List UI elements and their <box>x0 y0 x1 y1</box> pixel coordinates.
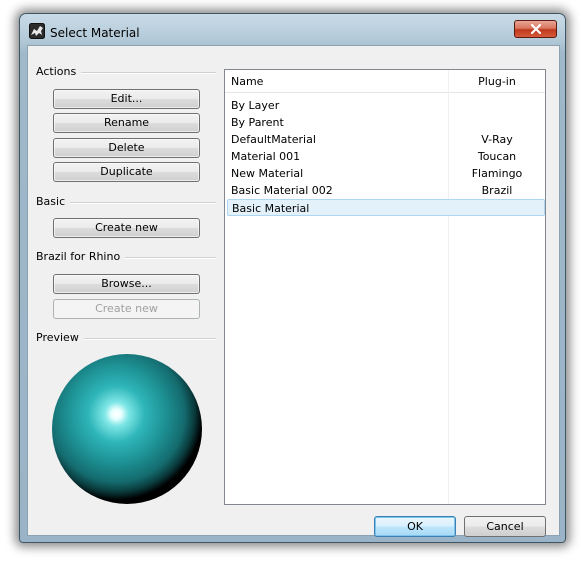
material-plugin-cell: Toucan <box>477 150 517 163</box>
material-name-cell: By Layer <box>231 99 280 112</box>
material-name-cell: DefaultMaterial <box>231 133 316 146</box>
close-button[interactable] <box>514 20 557 38</box>
rhino-app-icon <box>29 23 45 39</box>
list-item[interactable]: New Material Flamingo <box>227 165 545 182</box>
rename-button[interactable]: Rename <box>53 113 200 133</box>
ok-button[interactable]: OK <box>374 516 456 537</box>
list-header: Name Plug-in <box>225 70 545 93</box>
select-material-dialog: Select Material Actions Edit... Rename D… <box>19 13 566 543</box>
brazil-group-label: Brazil for Rhino <box>36 250 126 263</box>
cancel-button[interactable]: Cancel <box>464 516 546 537</box>
material-name-cell: By Parent <box>231 116 284 129</box>
delete-button[interactable]: Delete <box>53 138 200 158</box>
material-name-cell: Material 001 <box>231 150 301 163</box>
material-name-cell: New Material <box>231 167 304 180</box>
material-plugin-cell: V-Ray <box>481 133 513 146</box>
close-icon <box>530 23 541 35</box>
list-item[interactable]: By Parent <box>227 114 545 131</box>
window-title: Select Material <box>50 26 140 40</box>
material-preview-sphere <box>52 354 202 504</box>
column-header-name[interactable]: Name <box>231 70 263 93</box>
material-list[interactable]: Name Plug-in By Layer By Parent DefaultMat… <box>224 69 546 505</box>
list-item[interactable]: Material 001 Toucan <box>227 148 545 165</box>
material-name-cell: Basic Material <box>232 202 310 215</box>
actions-group-label: Actions <box>36 65 82 78</box>
duplicate-button[interactable]: Duplicate <box>53 162 200 182</box>
basic-group-label: Basic <box>36 195 71 208</box>
edit-button[interactable]: Edit... <box>53 89 200 109</box>
material-name-cell: Basic Material 002 <box>231 184 333 197</box>
preview-group-label: Preview <box>36 331 84 344</box>
title-bar[interactable]: Select Material <box>20 14 565 44</box>
list-item[interactable]: DefaultMaterial V-Ray <box>227 131 545 148</box>
material-plugin-cell: Brazil <box>481 184 513 197</box>
brazil-create-new-button: Create new <box>53 299 200 319</box>
column-header-plugin[interactable]: Plug-in <box>449 70 545 93</box>
material-plugin-cell: Flamingo <box>471 167 523 180</box>
basic-create-new-button[interactable]: Create new <box>53 218 200 238</box>
dialog-client-area: Actions Edit... Rename Delete Duplicate … <box>27 45 560 537</box>
list-item[interactable]: Basic Material <box>227 199 545 216</box>
list-item[interactable]: By Layer <box>227 97 545 114</box>
browse-button[interactable]: Browse... <box>53 274 200 294</box>
list-item[interactable]: Basic Material 002 Brazil <box>227 182 545 199</box>
